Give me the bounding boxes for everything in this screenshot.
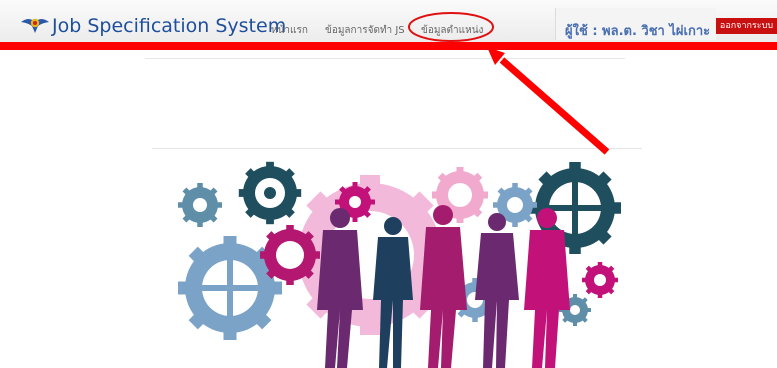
hero-illustration	[178, 161, 621, 368]
app-brand-title[interactable]: Job Specification System	[52, 15, 286, 37]
annotation-arrow-shaft	[499, 57, 610, 155]
content-divider	[152, 148, 642, 149]
air-force-emblem-icon	[21, 18, 49, 33]
red-annotation-bar	[0, 42, 777, 50]
nav-position-data[interactable]: ข้อมูลตำแหน่ง	[421, 23, 483, 38]
user-name-label: ผู้ใช้ : พล.ต. วิชา ไผ่เกาะ	[565, 24, 711, 39]
nav-js-data[interactable]: ข้อมูลการจัดทำ JS	[325, 23, 405, 38]
nav-home[interactable]: หน้าแรก	[271, 23, 308, 38]
content-divider	[145, 58, 625, 59]
logout-button[interactable]: ออกจากระบบ	[716, 18, 777, 34]
